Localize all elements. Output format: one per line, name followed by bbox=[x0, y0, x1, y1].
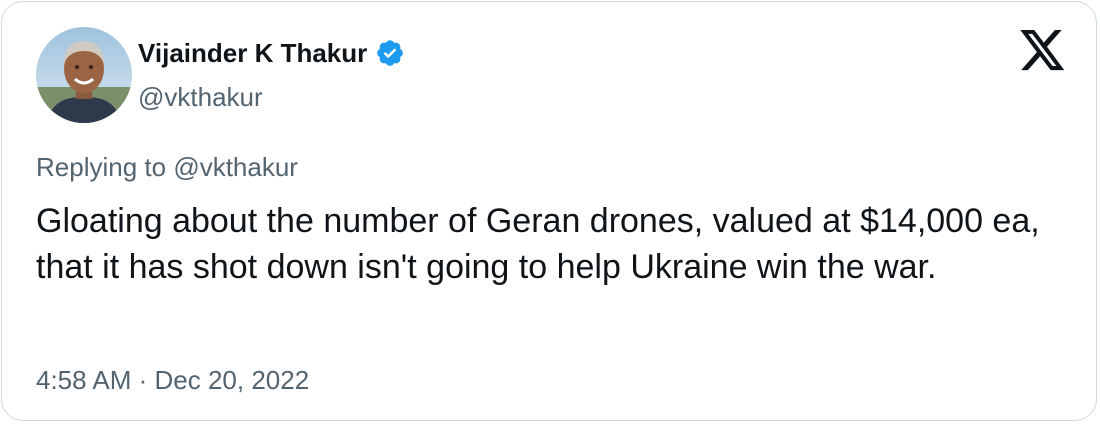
author-handle[interactable]: @vkthakur bbox=[138, 82, 263, 112]
author-name-text: Vijainder K Thakur bbox=[138, 38, 368, 68]
reply-mention-link[interactable]: @vkthakur bbox=[173, 152, 298, 182]
tweet-card: Vijainder K Thakur @vkthakur Replying to… bbox=[1, 1, 1097, 421]
avatar[interactable] bbox=[36, 27, 132, 123]
x-logo-icon[interactable] bbox=[1020, 30, 1066, 72]
verified-badge-icon bbox=[375, 38, 405, 68]
author-display-name[interactable]: Vijainder K Thakur bbox=[138, 38, 405, 68]
tweet-text: Gloating about the number of Geran drone… bbox=[36, 202, 1040, 286]
replying-to-prefix: Replying to bbox=[36, 152, 174, 182]
replying-to: Replying to @vkthakur bbox=[36, 152, 298, 182]
tweet-timestamp[interactable]: 4:58 AM · Dec 20, 2022 bbox=[36, 365, 309, 395]
